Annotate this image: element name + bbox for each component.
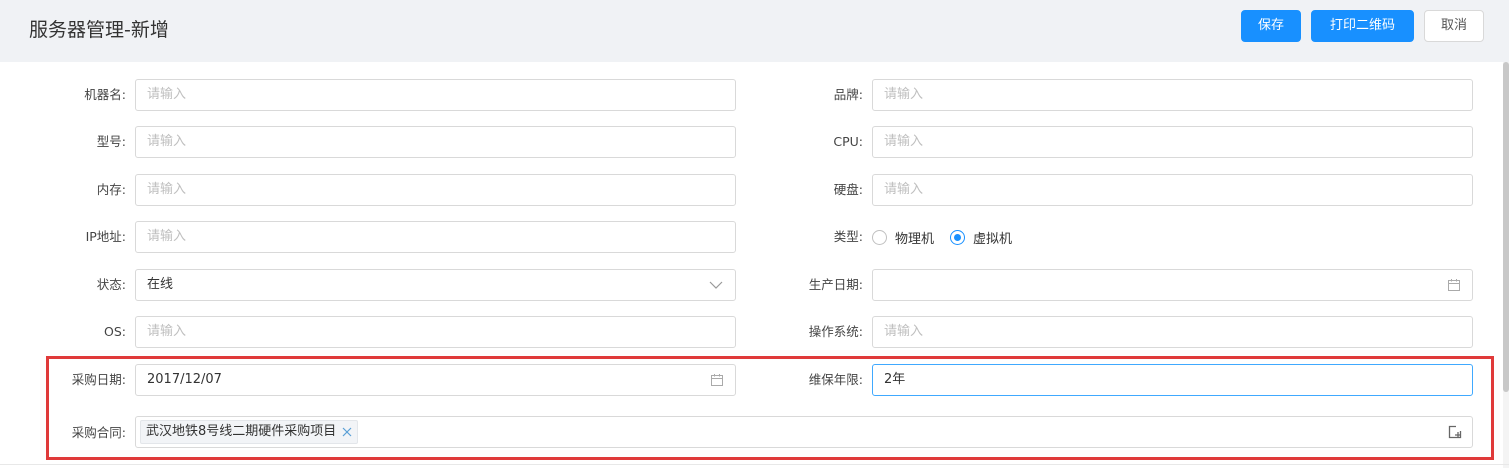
radio-virtual[interactable]: 虚拟机 xyxy=(950,228,1012,247)
ip-input[interactable]: 请输入 xyxy=(135,221,736,253)
machine-name-label: 机器名: xyxy=(84,87,126,102)
contract-tag-label: 武汉地铁8号线二期硬件采购项目 xyxy=(146,424,337,439)
os-input[interactable]: 请输入 xyxy=(135,316,736,348)
bottom-divider xyxy=(0,464,1509,465)
type-radio-group: 物理机 虚拟机 xyxy=(872,221,1028,253)
warranty-value: 2年 xyxy=(884,372,906,387)
memory-placeholder: 请输入 xyxy=(147,182,187,197)
disk-label: 硬盘: xyxy=(833,182,863,197)
contract-label: 采购合同: xyxy=(71,425,126,440)
contract-tag: 武汉地铁8号线二期硬件采购项目 xyxy=(140,420,359,444)
cpu-input[interactable]: 请输入 xyxy=(872,126,1473,158)
save-button[interactable]: 保存 xyxy=(1241,10,1301,42)
warranty-input[interactable]: 2年 xyxy=(872,364,1473,396)
close-icon[interactable] xyxy=(341,426,353,438)
disk-input[interactable]: 请输入 xyxy=(872,174,1473,206)
cpu-placeholder: 请输入 xyxy=(884,134,924,149)
memory-label: 内存: xyxy=(96,182,126,197)
status-value: 在线 xyxy=(147,277,174,292)
page-header: 服务器管理-新增 保存 打印二维码 取消 xyxy=(0,0,1509,62)
ip-label: IP地址: xyxy=(85,229,126,244)
model-label: 型号: xyxy=(96,134,126,149)
radio-virtual-circle[interactable] xyxy=(950,229,966,245)
model-input[interactable]: 请输入 xyxy=(135,126,736,158)
model-placeholder: 请输入 xyxy=(147,134,187,149)
cancel-button[interactable]: 取消 xyxy=(1424,10,1484,42)
brand-label: 品牌: xyxy=(833,87,863,102)
radio-physical-circle[interactable] xyxy=(872,229,887,245)
type-label: 类型: xyxy=(833,229,863,244)
radio-physical[interactable]: 物理机 xyxy=(872,228,934,247)
os-label: OS: xyxy=(104,324,126,339)
os-placeholder: 请输入 xyxy=(147,324,187,339)
add-select-icon[interactable] xyxy=(1447,424,1463,440)
chevron-down-icon xyxy=(709,281,723,289)
operating-system-input[interactable]: 请输入 xyxy=(872,316,1473,348)
machine-name-input[interactable]: 请输入 xyxy=(135,79,736,111)
brand-input[interactable]: 请输入 xyxy=(872,79,1473,111)
disk-placeholder: 请输入 xyxy=(884,182,924,197)
page-title: 服务器管理-新增 xyxy=(29,19,169,41)
purchase-date-value: 2017/12/07 xyxy=(147,372,222,387)
scrollbar-thumb[interactable] xyxy=(1503,62,1509,392)
purchase-date-picker[interactable]: 2017/12/07 xyxy=(135,364,736,396)
status-select[interactable]: 在线 xyxy=(135,269,736,301)
radio-virtual-label: 虚拟机 xyxy=(973,231,1013,247)
contract-select[interactable]: 武汉地铁8号线二期硬件采购项目 xyxy=(135,416,1473,448)
ip-placeholder: 请输入 xyxy=(147,229,187,244)
brand-placeholder: 请输入 xyxy=(884,87,924,102)
warranty-label: 维保年限: xyxy=(808,372,863,387)
operating-system-placeholder: 请输入 xyxy=(884,324,924,339)
memory-input[interactable]: 请输入 xyxy=(135,174,736,206)
production-date-picker[interactable] xyxy=(872,269,1473,301)
print-qr-button[interactable]: 打印二维码 xyxy=(1311,10,1414,42)
machine-name-placeholder: 请输入 xyxy=(147,87,187,102)
cpu-label: CPU: xyxy=(833,134,863,149)
production-date-label: 生产日期: xyxy=(808,277,863,292)
status-label: 状态: xyxy=(96,277,126,292)
operating-system-label: 操作系统: xyxy=(808,324,863,339)
calendar-icon[interactable] xyxy=(1447,278,1461,292)
radio-physical-label: 物理机 xyxy=(895,231,935,247)
calendar-icon[interactable] xyxy=(710,373,724,387)
purchase-date-label: 采购日期: xyxy=(71,372,126,387)
